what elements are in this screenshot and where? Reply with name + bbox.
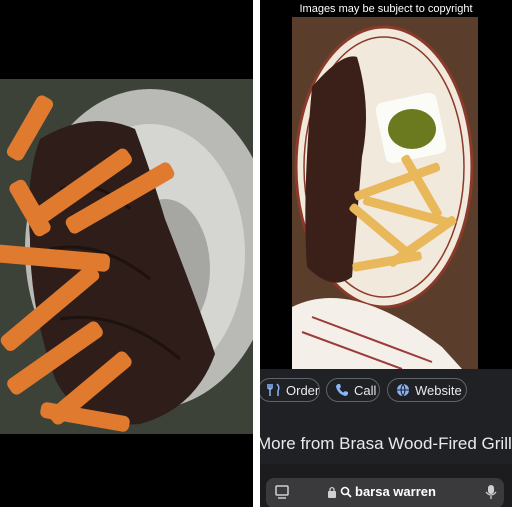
place-actions-bar: Order Call Website [260,369,512,409]
microphone-icon[interactable] [485,484,497,500]
steak-plate-image [292,17,478,369]
browser-bottom-bar: barsa warren [260,464,512,507]
tabs-icon[interactable] [275,485,289,499]
steak-fries-photo-right[interactable] [292,17,478,369]
utensils-icon [267,383,280,396]
website-button[interactable]: Website [387,378,467,402]
order-label: Order [286,383,320,398]
steak-fries-image [0,79,253,434]
website-label: Website [415,383,462,398]
search-icon [340,486,352,498]
lock-icon [328,486,336,498]
call-button[interactable]: Call [326,378,380,402]
split-divider[interactable] [253,0,260,507]
phone-icon [336,384,348,396]
copyright-note: Images may be subject to copyright [299,3,473,15]
url-text: barsa warren [355,484,436,499]
more-from-title: More from Brasa Wood-Fired Grill [260,434,512,453]
globe-icon [397,383,409,397]
right-panel: Images may be subject to copyright Order [260,0,512,507]
steak-fries-photo-left[interactable] [0,79,253,434]
call-label: Call [354,383,377,398]
address-bar[interactable]: barsa warren [266,478,504,507]
more-from-section: More from Brasa Wood-Fired Grill [260,409,512,464]
order-button[interactable]: Order [260,378,320,402]
left-panel [0,0,253,507]
